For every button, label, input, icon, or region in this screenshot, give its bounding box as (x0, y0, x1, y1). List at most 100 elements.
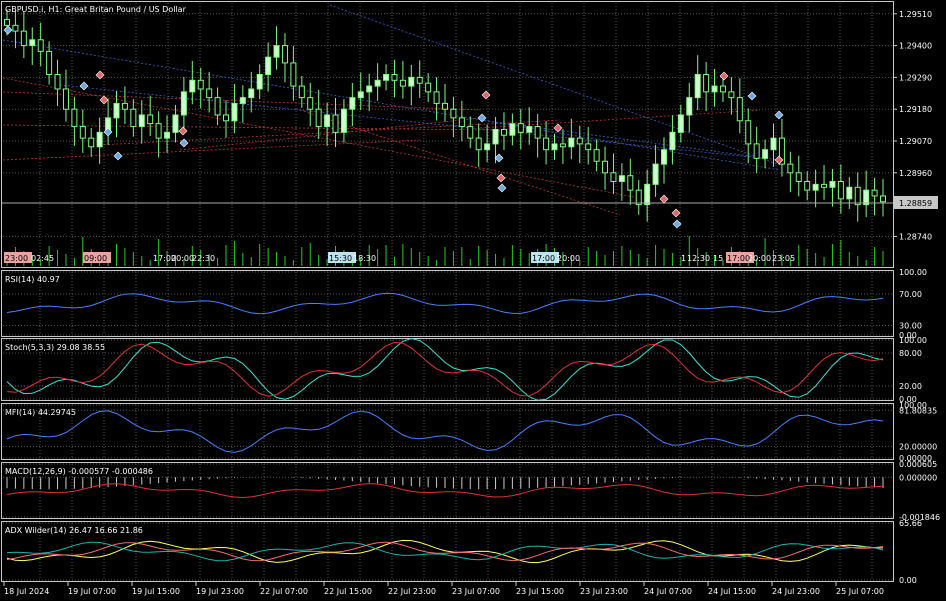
candle-body (155, 123, 162, 139)
candle-body (475, 137, 482, 151)
candle-body (677, 114, 684, 133)
indicator-level-label: 100.00 (899, 336, 927, 345)
volume-bar (495, 254, 497, 266)
volume-bar (65, 254, 67, 266)
volume-bar (326, 259, 328, 266)
volume-bar (671, 253, 673, 266)
candle-body (635, 189, 642, 206)
candle-body (736, 97, 743, 122)
candle-body (374, 79, 381, 87)
candle-body (408, 76, 415, 87)
time-tick-label: 19 Jul 15:00 (132, 587, 180, 596)
volume-bar (377, 249, 379, 266)
volume-bar (124, 248, 126, 266)
volume-bar (511, 245, 513, 266)
candle-body (812, 183, 819, 191)
candle-body (500, 128, 507, 136)
candle-body (113, 102, 120, 119)
price-tick-label: 1.29510 (899, 10, 932, 19)
session-mark: 09:00 (84, 254, 107, 263)
volume-bar (242, 253, 244, 266)
indicator-title: Stoch(5,3,3) 29.08 38.55 (5, 343, 105, 352)
candle-body (787, 163, 794, 174)
candle-body (273, 45, 280, 58)
price-tick-label: 1.29070 (899, 137, 932, 146)
trading-chart[interactable]: 1.28859 GBPUSD.i, H1: Great Britan Pound… (0, 0, 946, 601)
volume-bar (419, 252, 421, 266)
volume-bar (116, 244, 117, 266)
candle-body (618, 175, 625, 182)
current-price-label: 1.28859 (899, 199, 932, 208)
candle-body (795, 172, 802, 182)
indicator-level-label: 20.00000 (899, 442, 937, 451)
price-tick-label: 1.29400 (899, 42, 932, 51)
time-tick-label: 24 Jul 07:00 (644, 587, 692, 596)
time-tick-label: 19 Jul 07:00 (68, 587, 116, 596)
indicator-level-label: 0.000605 (899, 460, 937, 469)
volume-bar (798, 245, 800, 266)
candle-body (290, 62, 297, 87)
candle-body (206, 88, 213, 99)
time-tick-label: 22 Jul 07:00 (260, 587, 308, 596)
candle-body (543, 137, 550, 151)
session-mark: 12:30 (687, 254, 710, 263)
candle-body (837, 180, 844, 200)
volume-bar (318, 255, 320, 266)
candle-body (559, 143, 566, 148)
candle-body (189, 79, 196, 93)
candle-body (854, 186, 861, 206)
candle-body (340, 108, 347, 133)
price-tick-label: 1.28740 (899, 232, 932, 241)
candle-body (256, 74, 263, 90)
candle-body (863, 189, 870, 206)
session-mark: 23:05 (772, 254, 795, 263)
candle-body (197, 79, 204, 90)
candle-body (686, 97, 693, 116)
candle-body (121, 102, 128, 110)
candle-body (753, 143, 760, 159)
volume-bar (865, 260, 867, 266)
indicator-title: MFI(14) 44.29745 (5, 408, 76, 417)
session-mark: 15 (713, 254, 723, 263)
volume-bar (629, 250, 631, 266)
candle-body (29, 39, 36, 47)
time-tick-label: 23 Jul 07:00 (452, 587, 500, 596)
candle-body (728, 91, 735, 99)
candle-body (223, 114, 229, 122)
candle-body (71, 108, 78, 128)
indicator-level-label: 20.00 (899, 382, 922, 391)
candle-body (54, 74, 61, 90)
volume-bar (882, 251, 884, 266)
session-mark: 02:45 (31, 254, 54, 263)
volume-bar (655, 245, 657, 266)
candle-body (492, 128, 499, 145)
time-tick-label: 25 Jul 07:00 (836, 587, 884, 596)
candle-body (534, 126, 541, 139)
candle-body (762, 149, 769, 159)
volume-bar (469, 259, 471, 266)
candle-body (248, 88, 255, 99)
candle-body (12, 24, 19, 32)
candle-body (96, 131, 103, 148)
symbol-title: GBPUSD.i, H1: Great Britan Pound / US Do… (5, 5, 187, 14)
indicator-level-label: 80.00 (899, 349, 922, 358)
session-mark: 15:30 (329, 254, 352, 263)
volume-bar (309, 243, 311, 266)
time-tick-label: 24 Jul 15:00 (708, 587, 756, 596)
candle-body (79, 126, 86, 139)
volume-bar (478, 246, 480, 266)
candle-body (239, 97, 246, 104)
volume-bar (402, 244, 404, 266)
candle-body (231, 102, 238, 122)
candle-body (265, 56, 272, 76)
time-tick-label: 22 Jul 15:00 (324, 587, 372, 596)
indicator-level-label: 81.80835 (899, 406, 937, 415)
volume-bar (233, 241, 235, 266)
candle-body (298, 85, 305, 99)
indicator-title: ADX Wilder(14) 26.47 16.66 21.86 (5, 526, 143, 535)
candle-body (669, 131, 676, 151)
volume-bar (410, 248, 412, 266)
candle-body (147, 114, 154, 125)
time-tick-label: 22 Jul 23:00 (388, 587, 436, 596)
candle-body (846, 186, 853, 200)
